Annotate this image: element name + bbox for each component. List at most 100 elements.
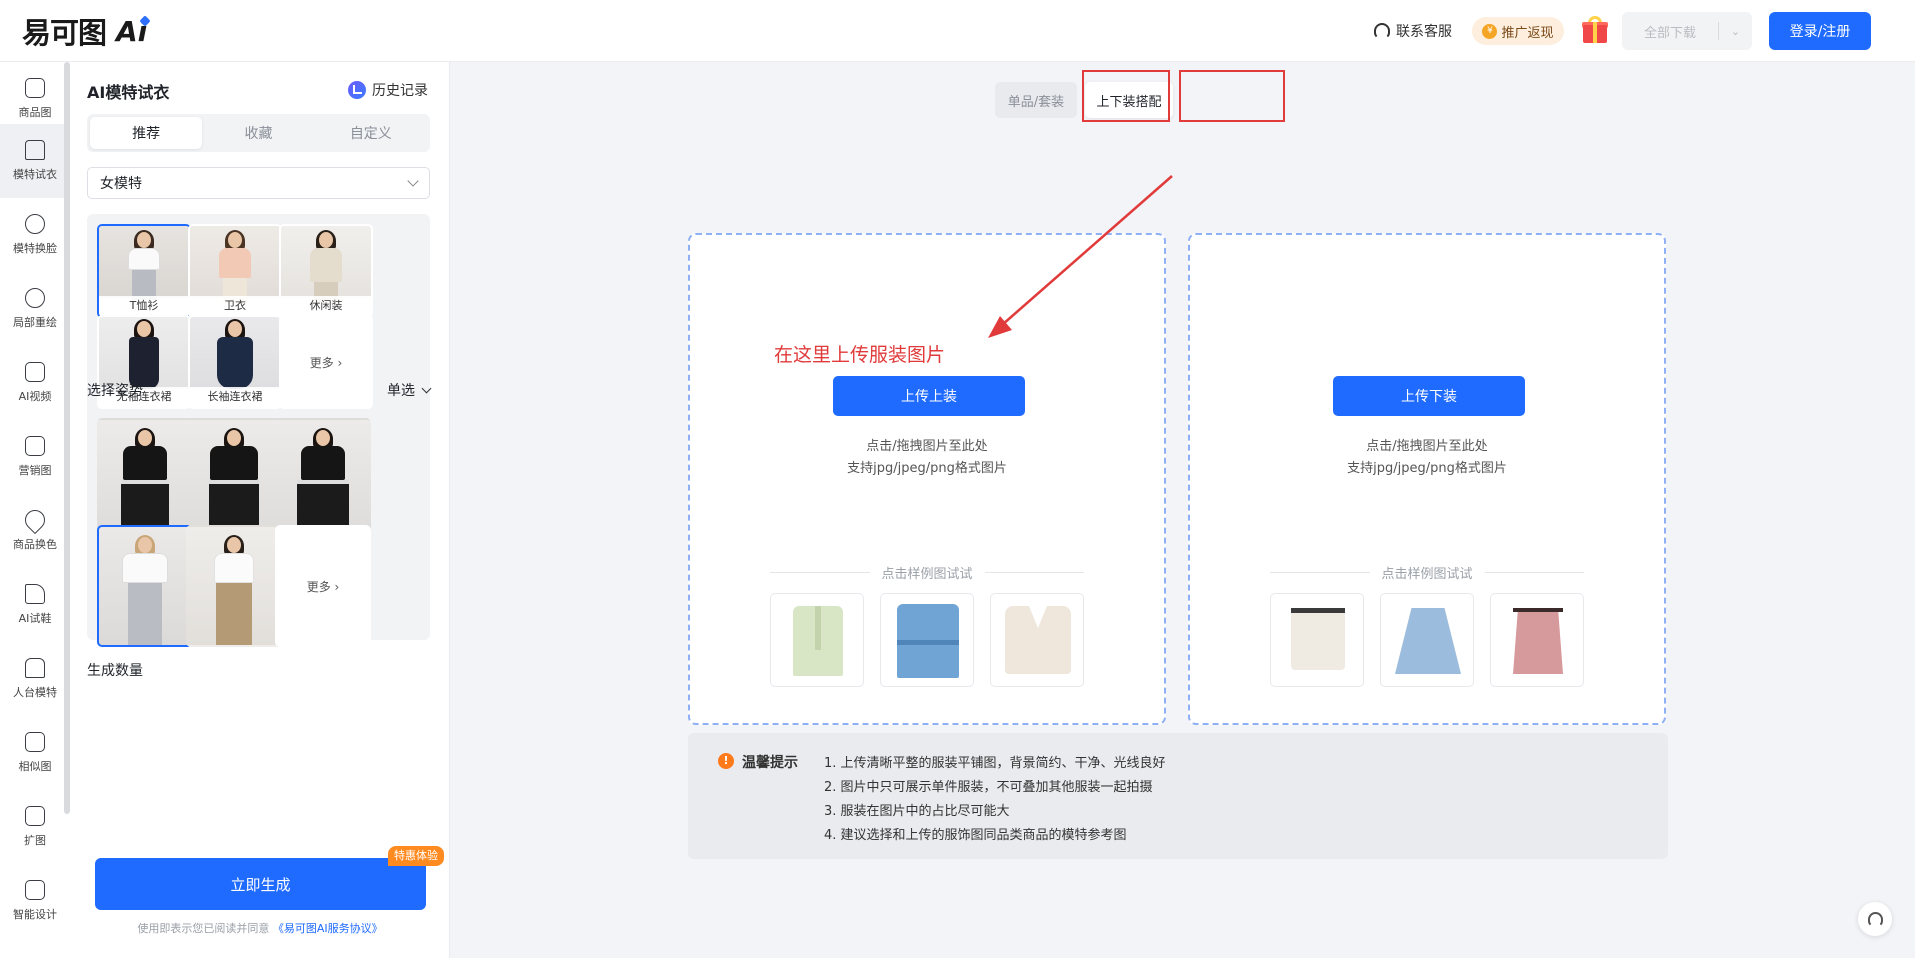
logo-text: 易可图 — [22, 16, 107, 50]
panel-title: AI模特试衣 — [87, 83, 170, 102]
highlight-box-single — [1082, 70, 1170, 122]
agreement-text: 使用即表示您已阅读并同意 《易可图AI服务协议》 — [137, 922, 383, 935]
floating-support-button[interactable] — [1858, 902, 1892, 936]
pose-card[interactable] — [97, 418, 193, 538]
history-label: 历史记录 — [372, 83, 428, 99]
design-icon — [25, 880, 45, 900]
model-gender-value: 女模特 — [100, 176, 142, 192]
sample-divider: 点击样例图试试 — [1270, 563, 1585, 582]
history-button[interactable]: 历史记录 — [348, 80, 428, 100]
contact-service-label: 联系客服 — [1396, 24, 1452, 40]
tips-title: 温馨提示 — [742, 755, 798, 771]
highlight-box-top-bottom — [1179, 70, 1285, 122]
model-card-tshirt[interactable]: T恤衫 — [97, 224, 191, 318]
chevron-down-icon — [421, 383, 432, 393]
model-photo — [99, 226, 189, 300]
nav-item-ai-video[interactable]: AI视频 — [0, 346, 70, 420]
pose-card-selected[interactable] — [97, 525, 193, 647]
document-icon — [25, 436, 45, 456]
sample-bottom-pink-skirt[interactable] — [1490, 593, 1584, 687]
tip-line: 3. 服装在图片中的占比尽可能大 — [824, 804, 1010, 819]
tip-line: 4. 建议选择和上传的服饰图同品类商品的模特参考图 — [824, 828, 1127, 843]
chevron-down-icon — [407, 175, 419, 187]
special-offer-badge: 特惠体验 — [388, 846, 444, 866]
warning-icon: ! — [718, 753, 734, 769]
face-icon — [25, 214, 45, 234]
download-all-label: 全部下载 — [1643, 25, 1696, 41]
gift-icon[interactable] — [1582, 16, 1608, 44]
pose-grid: 更多 › — [87, 410, 430, 647]
pose-card[interactable] — [275, 418, 371, 538]
download-all-button[interactable]: 全部下载 ⌄ — [1622, 12, 1752, 50]
model-card-hoodie[interactable]: 卫衣 — [188, 224, 282, 318]
poses-more-button[interactable]: 更多 › — [275, 525, 371, 647]
upload-format-hint: 支持jpg/jpeg/png格式图片 — [847, 461, 1007, 476]
upload-bottom-dropzone[interactable]: 上传下装 点击/拖拽图片至此处 支持jpg/jpeg/png格式图片 点击样例图… — [1188, 233, 1666, 725]
nav-item-ai-shoe[interactable]: AI试鞋 — [0, 568, 70, 642]
expand-icon — [25, 806, 45, 826]
model-photo — [190, 226, 280, 304]
nav-item-recolor[interactable]: 商品换色 — [0, 494, 70, 568]
nav-item-local-redraw[interactable]: 局部重绘 — [0, 272, 70, 346]
pose-section-label: 选择姿势 — [87, 383, 143, 399]
upload-bottom-button[interactable]: 上传下装 — [1333, 376, 1525, 416]
sample-divider: 点击样例图试试 — [770, 563, 1085, 582]
image-icon — [25, 78, 45, 98]
left-nav: 商品图 模特试衣 模特换脸 局部重绘 AI视频 营销图 商品换色 AI试鞋 人台… — [0, 62, 70, 958]
tab-single-set[interactable]: 单品/套装 — [995, 82, 1077, 118]
model-card-label: 休闲装 — [281, 296, 371, 316]
annotation-arrow — [988, 175, 1173, 338]
video-icon — [25, 362, 45, 382]
sample-top-blouse[interactable] — [990, 593, 1084, 687]
tab-favorites[interactable]: 收藏 — [202, 117, 314, 149]
headset-icon — [1374, 23, 1390, 39]
nav-item-model-tryon[interactable]: 模特试衣 — [0, 124, 70, 198]
shirt-icon — [25, 140, 45, 160]
model-gender-select[interactable]: 女模特 — [87, 167, 430, 199]
model-photo — [281, 226, 371, 304]
face-swap-icon — [25, 288, 45, 308]
upload-hint: 点击/拖拽图片至此处 — [1366, 439, 1488, 454]
pose-section-header: 选择姿势 单选 — [87, 380, 432, 400]
sample-top-blazer[interactable] — [770, 593, 864, 687]
generate-button[interactable]: 立即生成 — [95, 858, 426, 910]
tab-custom[interactable]: 自定义 — [315, 117, 427, 149]
promo-cashback-button[interactable]: ¥ 推广返现 — [1472, 17, 1564, 45]
chevron-down-icon[interactable]: ⌄ — [1719, 25, 1752, 38]
nav-item-face-swap[interactable]: 模特换脸 — [0, 198, 70, 272]
service-agreement-link[interactable]: 《易可图AI服务协议》 — [273, 922, 383, 935]
top-header: 易可图 Ai 联系客服 ¥ 推广返现 全部下载 ⌄ 登录/注册 — [0, 0, 1915, 62]
login-register-button[interactable]: 登录/注册 — [1769, 12, 1871, 50]
model-card-casual[interactable]: 休闲装 — [279, 224, 373, 318]
sample-bottom-shorts[interactable] — [1270, 593, 1364, 687]
contact-service-link[interactable]: 联系客服 — [1374, 20, 1452, 42]
similar-icon — [25, 732, 45, 752]
nav-item-smart-design[interactable]: 智能设计 — [0, 864, 70, 938]
pose-card[interactable] — [186, 418, 282, 538]
promo-cashback-label: 推广返现 — [1501, 25, 1554, 41]
tab-recommended[interactable]: 推荐 — [90, 117, 203, 149]
quantity-label: 生成数量 — [87, 663, 143, 679]
logo[interactable]: 易可图 Ai — [22, 14, 151, 50]
upload-annotation: 在这里上传服装图片 — [774, 344, 946, 366]
nav-item-similar[interactable]: 相似图 — [0, 716, 70, 790]
model-card-label: T恤衫 — [99, 296, 189, 316]
nav-item-mannequin[interactable]: 人台模特 — [0, 642, 70, 716]
nav-item-expand[interactable]: 扩图 — [0, 790, 70, 864]
model-photo — [99, 317, 189, 389]
logo-ai-mark: Ai — [116, 15, 151, 48]
coin-icon: ¥ — [1482, 23, 1498, 39]
sample-bottom-denim-skirt[interactable] — [1380, 593, 1474, 687]
upload-top-button[interactable]: 上传上装 — [833, 376, 1025, 416]
upload-format-hint: 支持jpg/jpeg/png格式图片 — [1347, 461, 1507, 476]
model-card-label: 卫衣 — [190, 296, 280, 316]
pose-card[interactable] — [186, 525, 282, 647]
nav-item-marketing[interactable]: 营销图 — [0, 420, 70, 494]
pose-mode-dropdown[interactable]: 单选 — [387, 380, 432, 400]
mannequin-icon — [25, 658, 45, 678]
shoe-icon — [25, 584, 45, 604]
main-workspace: 单品/套装 上下装搭配 上传上装 点击/拖拽图片至此处 支持jpg/jpeg/p… — [450, 62, 1915, 958]
model-photo — [190, 317, 280, 389]
model-source-tabs: 推荐 收藏 自定义 — [87, 114, 430, 152]
sample-top-denim-jacket[interactable] — [880, 593, 974, 687]
